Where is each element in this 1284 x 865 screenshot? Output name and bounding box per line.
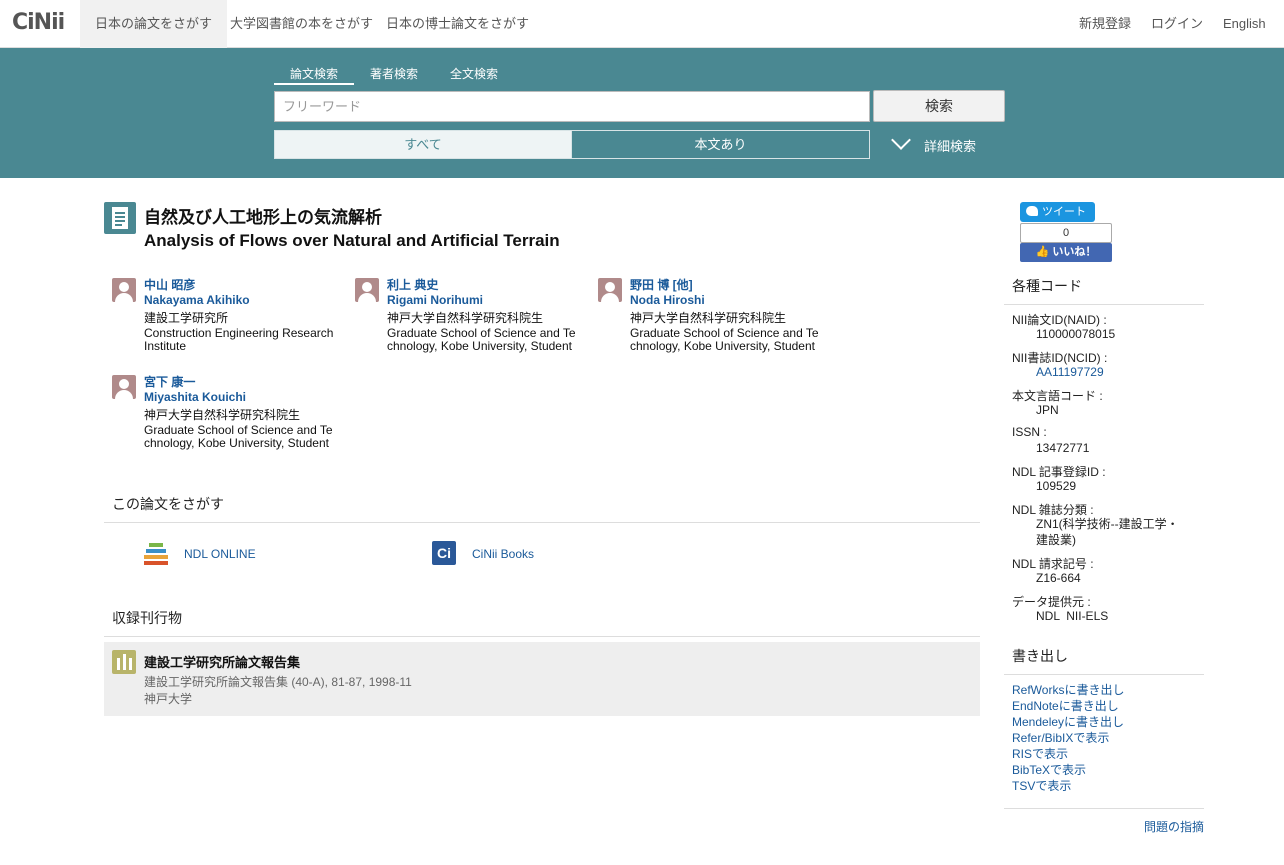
code-value: 110000078015 (1036, 327, 1116, 341)
register-link[interactable]: 新規登録 (1079, 0, 1131, 48)
export-ris-link[interactable]: RISで表示 (1012, 745, 1068, 762)
code-value: 13472771 (1036, 441, 1090, 455)
journal-section-heading: 収録刊行物 (104, 608, 980, 637)
find-section-heading: この論文をさがす (104, 494, 980, 523)
advanced-search-toggle[interactable]: 詳細検索 (890, 130, 977, 155)
code-value: ZN1(科学技術--建設工学・建設業) (1036, 517, 1179, 547)
journal-citation: 建設工学研究所論文報告集 (40-A), 81-87, 1998-11 (144, 675, 412, 689)
author-link[interactable]: 野田 博 [他] Noda Hiroshi (630, 278, 705, 308)
code-label: ISSN : (1012, 425, 1047, 439)
person-icon (355, 278, 379, 302)
journal-title-link[interactable]: 建設工学研究所論文報告集 (144, 652, 300, 671)
sidebar-divider (1004, 808, 1204, 809)
twitter-icon (1026, 206, 1038, 216)
cinii-logo[interactable]: CiNii (12, 10, 65, 36)
codes-heading: 各種コード (1004, 276, 1204, 305)
ncid-link[interactable]: AA11197729 (1036, 364, 1186, 380)
person-icon (598, 278, 622, 302)
tweet-button[interactable]: ツイート (1020, 202, 1095, 222)
tab-fulltext-search[interactable]: 全文検索 (450, 65, 498, 85)
tab-article-search[interactable]: 論文検索 (274, 65, 355, 85)
code-value: NDL NII-ELS (1036, 609, 1109, 623)
tab-author-search[interactable]: 著者検索 (370, 65, 418, 85)
chevron-down-icon (891, 130, 911, 150)
search-input[interactable]: フリーワード (274, 91, 870, 122)
journal-icon (112, 650, 136, 674)
export-heading: 書き出し (1004, 646, 1204, 675)
export-bibtex-link[interactable]: BibTeXで表示 (1012, 761, 1086, 778)
author-link[interactable]: 利上 典史 Rigami Norihumi (387, 278, 483, 308)
author-affiliation: 神戸大学自然科学研究科院生 Graduate School of Science … (630, 311, 819, 353)
english-link[interactable]: English (1223, 0, 1266, 48)
export-refer-link[interactable]: Refer/BibIXで表示 (1012, 729, 1109, 746)
cinii-books-icon: Ci (432, 541, 456, 565)
article-icon (104, 202, 136, 234)
article-title-en: Analysis of Flows over Natural and Artif… (144, 231, 560, 250)
thumbs-up-icon: 👍 (1035, 246, 1050, 258)
author-link[interactable]: 宮下 康一 Miyashita Kouichi (144, 375, 246, 405)
nav-tab-dissertations[interactable]: 日本の博士論文をさがす (371, 0, 544, 48)
export-tsv-link[interactable]: TSVで表示 (1012, 777, 1071, 794)
fb-like-count: 0 (1020, 223, 1112, 243)
top-navbar: CiNii 日本の論文をさがす 大学図書館の本をさがす 日本の博士論文をさがす … (0, 0, 1284, 48)
export-refworks-link[interactable]: RefWorksに書き出し (1012, 681, 1124, 698)
code-value: 109529 (1036, 479, 1077, 493)
login-link[interactable]: ログイン (1151, 0, 1203, 48)
filter-fulltext-available[interactable]: 本文あり (572, 130, 870, 159)
author-affiliation: 建設工学研究所 Construction Engineering Research… (144, 311, 334, 353)
export-endnote-link[interactable]: EndNoteに書き出し (1012, 697, 1119, 714)
nav-tab-articles[interactable]: 日本の論文をさがす (80, 0, 228, 48)
code-value: Z16-664 (1036, 571, 1081, 585)
ndl-online-icon (144, 541, 168, 565)
search-button[interactable]: 検索 (873, 90, 1005, 122)
author-affiliation: 神戸大学自然科学研究科院生 Graduate School of Science … (144, 408, 333, 450)
filter-all[interactable]: すべて (274, 130, 572, 159)
person-icon (112, 375, 136, 399)
report-problem-link[interactable]: 問題の指摘 (1144, 818, 1204, 835)
fb-like-button[interactable]: 👍 いいね！ (1020, 243, 1112, 262)
export-mendeley-link[interactable]: Mendeleyに書き出し (1012, 713, 1124, 730)
article-title-jp: 自然及び人工地形上の気流解析 (144, 208, 382, 227)
search-banner: 論文検索 著者検索 全文検索 フリーワード 検索 すべて 本文あり 詳細検索 (0, 48, 1284, 178)
author-link[interactable]: 中山 昭彦 Nakayama Akihiko (144, 278, 250, 308)
ndl-online-link[interactable]: NDL ONLINE (184, 547, 256, 561)
nav-tab-books[interactable]: 大学図書館の本をさがす (215, 0, 388, 48)
journal-publisher: 神戸大学 (144, 692, 193, 706)
cinii-books-link[interactable]: CiNii Books (472, 547, 534, 561)
code-value: JPN (1036, 403, 1059, 417)
person-icon (112, 278, 136, 302)
journal-item: 建設工学研究所論文報告集 建設工学研究所論文報告集 (40-A), 81-87,… (104, 642, 980, 716)
advanced-search-label: 詳細検索 (924, 139, 977, 154)
author-affiliation: 神戸大学自然科学研究科院生 Graduate School of Science … (387, 311, 576, 353)
